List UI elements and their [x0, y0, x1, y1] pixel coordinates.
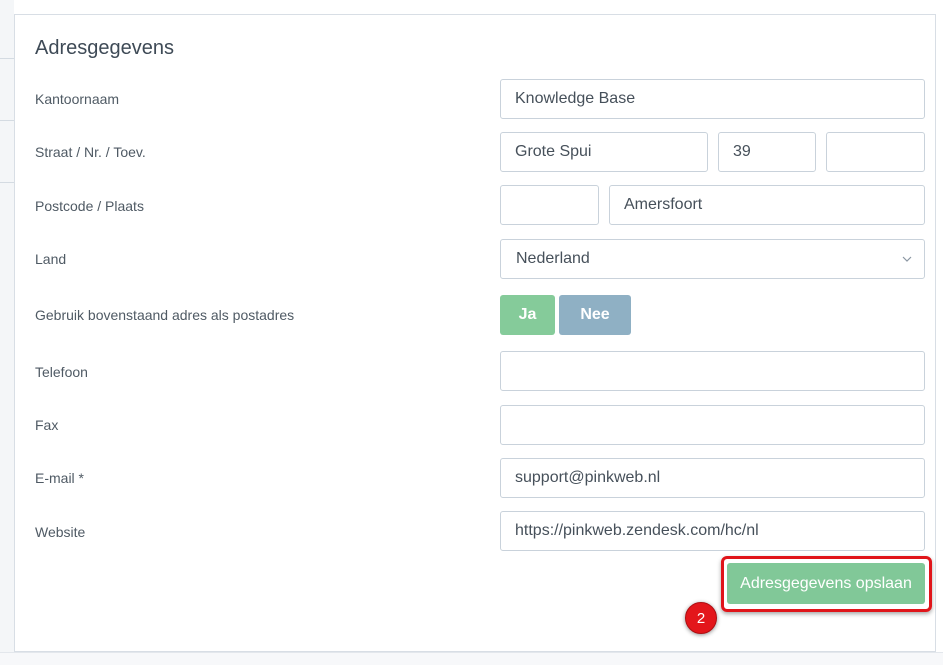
sidebar-divider: [0, 58, 14, 59]
website-label: Website: [35, 524, 86, 540]
sidebar-divider: [0, 120, 14, 121]
fax-input[interactable]: [500, 405, 925, 445]
no-toggle-button[interactable]: Nee: [559, 295, 631, 335]
left-sidebar-edge: [0, 0, 14, 665]
postcode-label: Postcode / Plaats: [35, 198, 144, 214]
sidebar-divider: [0, 182, 14, 183]
house-number-input[interactable]: 39: [718, 132, 816, 172]
email-label: E-mail *: [35, 470, 85, 486]
step-number-badge: 2: [685, 602, 717, 634]
yes-toggle-button[interactable]: Ja: [500, 295, 555, 335]
section-title: Adresgegevens: [35, 37, 174, 59]
postcode-input[interactable]: [500, 185, 599, 225]
street-label: Straat / Nr. / Toev.: [35, 144, 146, 160]
postal-address-label: Gebruik bovenstaand adres als postadres: [35, 307, 295, 323]
house-number-value: 39: [733, 143, 751, 160]
phone-input[interactable]: [500, 351, 925, 391]
office-name-label: Kantoornaam: [35, 91, 120, 107]
city-value: Amersfoort: [624, 196, 703, 213]
street-value: Grote Spui: [515, 143, 592, 160]
country-value: Nederland: [516, 250, 590, 267]
email-value: support@pinkweb.nl: [515, 469, 661, 486]
email-input[interactable]: support@pinkweb.nl: [500, 458, 925, 498]
save-address-button[interactable]: Adresgegevens opslaan: [727, 563, 925, 604]
phone-label: Telefoon: [35, 364, 88, 380]
bottom-strip: [0, 652, 943, 665]
website-input[interactable]: https://pinkweb.zendesk.com/hc/nl: [500, 511, 925, 551]
country-select[interactable]: Nederland: [500, 239, 925, 279]
website-value: https://pinkweb.zendesk.com/hc/nl: [515, 522, 759, 539]
fax-label: Fax: [35, 417, 59, 433]
house-addition-input[interactable]: [826, 132, 925, 172]
office-name-input[interactable]: Knowledge Base: [500, 79, 925, 119]
office-name-value: Knowledge Base: [515, 90, 636, 107]
country-label: Land: [35, 251, 67, 267]
chevron-down-icon: [902, 254, 912, 264]
street-input[interactable]: Grote Spui: [500, 132, 708, 172]
city-input[interactable]: Amersfoort: [609, 185, 925, 225]
